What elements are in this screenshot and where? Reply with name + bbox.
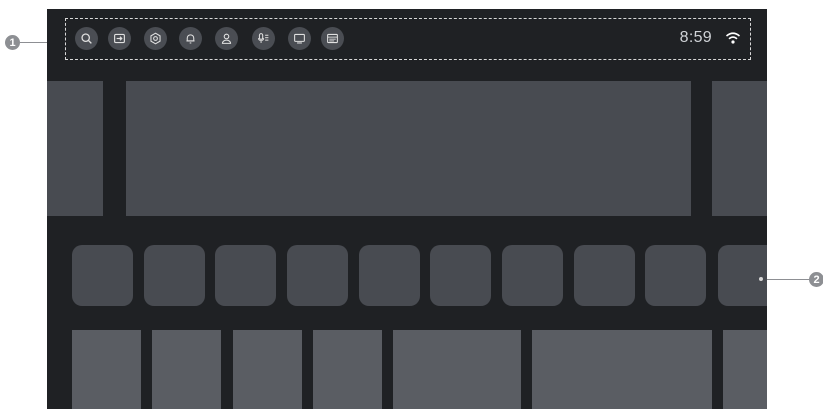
notification-icon[interactable]: [179, 27, 202, 50]
banner-featured[interactable]: [126, 81, 691, 216]
content-poster[interactable]: [723, 330, 767, 409]
voice-assistant-icon[interactable]: [252, 27, 275, 50]
content-poster[interactable]: [532, 330, 712, 409]
app-tile[interactable]: [144, 245, 205, 306]
content-poster[interactable]: [313, 330, 382, 409]
callout-2: 2: [809, 272, 823, 287]
search-icon[interactable]: [75, 27, 98, 50]
clock: 8:59: [679, 29, 712, 46]
callout-1-label: 1: [9, 36, 16, 49]
callout-2-line: [761, 279, 809, 280]
screen-icon[interactable]: [288, 27, 311, 50]
content-poster[interactable]: [72, 330, 141, 409]
callout-2-label: 2: [813, 273, 820, 286]
app-tile[interactable]: [430, 245, 491, 306]
app-tile[interactable]: [574, 245, 635, 306]
app-tile[interactable]: [215, 245, 276, 306]
app-tile[interactable]: [72, 245, 133, 306]
profile-icon[interactable]: [215, 27, 238, 50]
app-tile[interactable]: [502, 245, 563, 306]
banner-previous[interactable]: [47, 81, 103, 216]
input-source-icon[interactable]: [108, 27, 131, 50]
settings-icon[interactable]: [144, 27, 167, 50]
content-poster[interactable]: [233, 330, 302, 409]
app-tile[interactable]: [718, 245, 767, 306]
banner-next[interactable]: [712, 81, 767, 216]
content-poster[interactable]: [393, 330, 521, 409]
wifi-icon: [725, 32, 741, 44]
tv-home-screen: 8:59: [47, 9, 767, 409]
app-tile[interactable]: [645, 245, 706, 306]
app-tile[interactable]: [359, 245, 420, 306]
content-poster[interactable]: [152, 330, 221, 409]
app-tile[interactable]: [287, 245, 348, 306]
top-bar-highlight: [65, 18, 751, 60]
guide-icon[interactable]: [321, 27, 344, 50]
callout-1: 1: [5, 35, 20, 50]
callout-2-anchor-dot: [759, 277, 763, 281]
